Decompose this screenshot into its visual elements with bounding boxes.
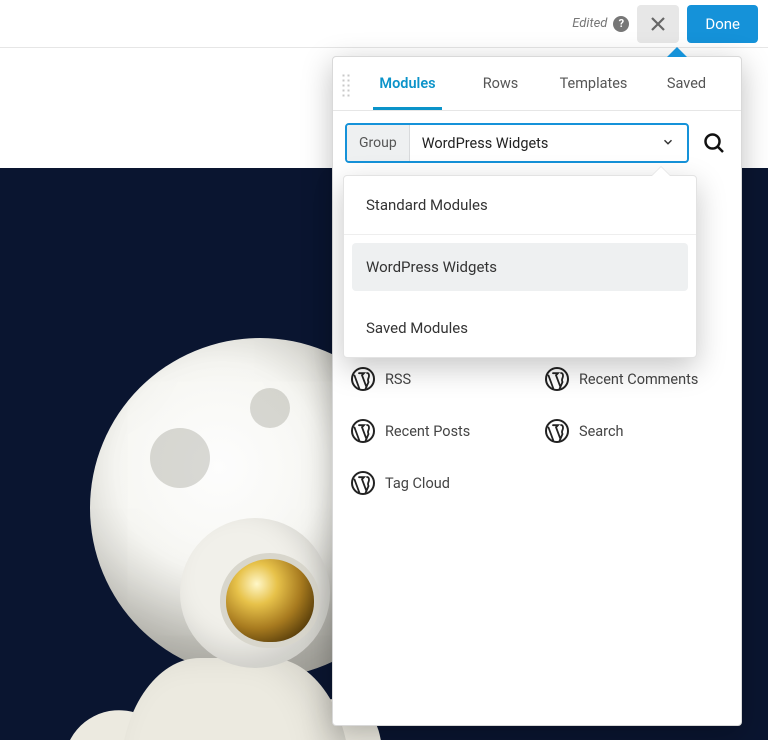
widget-label: Tag Cloud bbox=[385, 475, 450, 492]
wordpress-icon bbox=[545, 367, 569, 391]
widget-recent-comments[interactable]: Recent Comments bbox=[545, 367, 723, 391]
edited-status: Edited ? bbox=[572, 16, 629, 32]
wordpress-icon bbox=[545, 419, 569, 443]
group-selected-value: WordPress Widgets bbox=[410, 135, 649, 152]
tab-label: Modules bbox=[379, 75, 435, 92]
astronaut-graphic bbox=[30, 498, 360, 740]
dropdown-option-saved-modules[interactable]: Saved Modules bbox=[344, 299, 696, 357]
widget-rss[interactable]: RSS bbox=[351, 367, 529, 391]
widget-recent-posts[interactable]: Recent Posts bbox=[351, 419, 529, 443]
option-label: Saved Modules bbox=[366, 319, 468, 337]
chevron-down-icon bbox=[649, 134, 687, 153]
group-select[interactable]: Group WordPress Widgets bbox=[345, 123, 689, 163]
wordpress-icon bbox=[351, 419, 375, 443]
option-label: Standard Modules bbox=[366, 196, 488, 214]
content-panel: Modules Rows Templates Saved Group WordP… bbox=[332, 56, 742, 726]
wordpress-icon bbox=[351, 367, 375, 391]
widget-tag-cloud[interactable]: Tag Cloud bbox=[351, 471, 529, 495]
tab-rows[interactable]: Rows bbox=[454, 58, 547, 109]
tab-label: Rows bbox=[483, 75, 519, 92]
widget-search[interactable]: Search bbox=[545, 419, 723, 443]
tab-templates[interactable]: Templates bbox=[547, 58, 640, 109]
option-label: WordPress Widgets bbox=[366, 258, 497, 276]
top-toolbar: Edited ? Done bbox=[0, 0, 768, 48]
tab-label: Saved bbox=[667, 75, 706, 92]
widget-label: RSS bbox=[385, 371, 411, 388]
close-icon bbox=[649, 15, 667, 33]
dropdown-option-wordpress-widgets[interactable]: WordPress Widgets bbox=[352, 243, 688, 291]
done-label: Done bbox=[705, 15, 740, 33]
tab-modules[interactable]: Modules bbox=[361, 58, 454, 109]
filter-row: Group WordPress Widgets bbox=[333, 111, 741, 175]
widget-grid: RSS Recent Comments Recent Posts Search … bbox=[351, 367, 723, 495]
widget-label: Search bbox=[579, 423, 624, 440]
search-icon bbox=[702, 131, 726, 155]
group-dropdown: Standard Modules WordPress Widgets Saved… bbox=[343, 175, 697, 358]
tab-label: Templates bbox=[560, 75, 628, 92]
widget-label: Recent Comments bbox=[579, 371, 698, 388]
tab-saved[interactable]: Saved bbox=[640, 58, 733, 109]
group-prefix-label: Group bbox=[347, 125, 410, 161]
search-button[interactable] bbox=[699, 128, 729, 158]
wordpress-icon bbox=[351, 471, 375, 495]
done-button[interactable]: Done bbox=[687, 5, 758, 43]
panel-tabs: Modules Rows Templates Saved bbox=[333, 57, 741, 111]
drag-handle-icon[interactable] bbox=[341, 73, 351, 97]
widget-label: Recent Posts bbox=[385, 423, 470, 440]
dropdown-option-standard-modules[interactable]: Standard Modules bbox=[344, 176, 696, 235]
help-icon[interactable]: ? bbox=[613, 16, 629, 32]
edited-label: Edited bbox=[572, 16, 607, 31]
close-button[interactable] bbox=[637, 5, 679, 43]
